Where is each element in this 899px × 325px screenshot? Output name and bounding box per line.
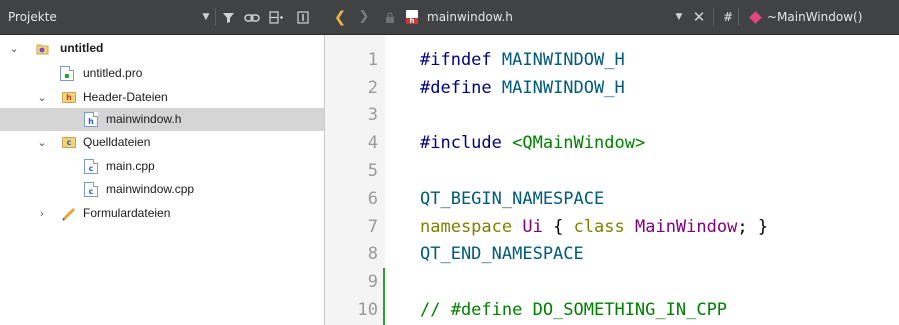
tree-item-label: main.cpp xyxy=(106,159,155,173)
code-editor[interactable]: 1 2 3 4 5 6 7 8 9 10 #ifndef MAINWINDOW_… xyxy=(325,35,899,325)
line-number: 9 xyxy=(367,272,378,292)
include-path: <QMainWindow> xyxy=(501,133,646,153)
tree-item-mainwindow-h[interactable]: h mainwindow.h xyxy=(0,108,324,131)
code-line-1: #ifndef MAINWINDOW_H xyxy=(420,50,625,70)
code-line-2: #define MAINWINDOW_H xyxy=(420,78,625,98)
punctuation: { xyxy=(553,217,574,237)
chevron-down-icon[interactable]: ⌄ xyxy=(36,86,48,109)
keyword: class xyxy=(573,217,625,237)
line-number: 10 xyxy=(357,300,378,320)
tree-item-label: Quelldateien xyxy=(83,135,151,149)
comment: // #define DO_SOMETHING_IN_CPP xyxy=(420,300,728,320)
projects-panel-header: Projekte ▼ xyxy=(0,0,325,34)
link-icon[interactable] xyxy=(243,0,261,34)
form-folder-icon xyxy=(62,206,76,221)
cpp-file-icon: c xyxy=(84,159,98,174)
code-line-4: #include <QMainWindow> xyxy=(420,133,645,153)
symbol-selector[interactable]: ~MainWindow() xyxy=(767,0,862,34)
forward-icon[interactable]: ❯ xyxy=(357,0,371,34)
pro-file-icon: ▪ xyxy=(60,66,74,81)
split-icon[interactable] xyxy=(267,0,285,34)
tree-item-untitled-pro[interactable]: ▪ untitled.pro xyxy=(0,62,324,85)
tree-item-quelldateien[interactable]: ⌄ c Quelldateien xyxy=(0,131,324,154)
line-number: 8 xyxy=(367,244,378,264)
line-number: 7 xyxy=(367,217,378,237)
code-line-7: namespace Ui { class MainWindow; } xyxy=(420,217,768,237)
preprocessor-keyword: #ifndef xyxy=(420,50,492,70)
code-line-10: // #define DO_SOMETHING_IN_CPP xyxy=(420,300,727,320)
preprocessor-keyword: #define xyxy=(420,78,492,98)
lock-icon[interactable] xyxy=(383,0,397,34)
divider xyxy=(713,8,714,26)
keyword: namespace xyxy=(420,217,513,237)
macro-name: MAINWINDOW_H xyxy=(491,50,625,70)
divider xyxy=(215,8,216,26)
tree-item-label: untitled.pro xyxy=(83,66,143,80)
line-number: 1 xyxy=(367,50,378,70)
hash-label[interactable]: # xyxy=(723,0,733,34)
tree-item-formulardateien[interactable]: › Formulardateien xyxy=(0,202,324,225)
file-dropdown-icon[interactable]: ▼ xyxy=(673,0,685,34)
preprocessor-keyword: #include xyxy=(420,133,502,153)
filter-icon[interactable] xyxy=(220,0,236,34)
tree-item-main-cpp[interactable]: c main.cpp xyxy=(0,155,324,178)
punctuation: ; } xyxy=(737,217,769,237)
tree-item-label: untitled xyxy=(60,41,104,55)
tree-item-label: mainwindow.h xyxy=(106,112,182,126)
project-icon xyxy=(35,41,49,56)
panel-title: Projekte xyxy=(8,10,57,24)
chevron-down-icon[interactable]: ⌄ xyxy=(8,37,20,60)
chevron-right-icon[interactable]: › xyxy=(36,202,48,225)
top-toolbar: Projekte ▼ ❮ ❯ h mainwindow.h ▼ ✕ # ~Mai xyxy=(0,0,899,35)
line-number: 4 xyxy=(367,133,378,153)
macro-name: MAINWINDOW_H xyxy=(491,78,625,98)
tree-item-label: Header-Dateien xyxy=(83,90,168,104)
tree-item-untitled[interactable]: ⌄ untitled xyxy=(0,37,324,60)
class-name: MainWindow xyxy=(624,217,738,237)
tree-item-label: Formulardateien xyxy=(83,206,171,220)
cpp-file-icon: c xyxy=(84,182,98,197)
macro-name: QT_END_NAMESPACE xyxy=(420,244,584,264)
tree-item-header-dateien[interactable]: ⌄ h Header-Dateien xyxy=(0,86,324,109)
close-panel-icon[interactable] xyxy=(294,0,312,34)
code-line-6: QT_BEGIN_NAMESPACE xyxy=(420,189,604,209)
header-file-icon: h xyxy=(84,112,98,127)
chevron-down-icon[interactable]: ⌄ xyxy=(36,131,48,154)
back-icon[interactable]: ❮ xyxy=(333,0,347,34)
project-tree: ⌄ untitled ▪ untitled.pro ⌄ h Header-Dat… xyxy=(0,35,325,325)
line-number-gutter: 1 2 3 4 5 6 7 8 9 10 xyxy=(325,35,385,325)
macro-name: QT_BEGIN_NAMESPACE xyxy=(420,189,605,209)
changed-lines-marker xyxy=(383,268,385,325)
current-file-name[interactable]: mainwindow.h xyxy=(427,0,513,34)
editor-toolbar: ❮ ❯ h mainwindow.h ▼ ✕ # ~MainWindow() xyxy=(325,0,899,34)
tree-item-label: mainwindow.cpp xyxy=(106,182,195,196)
line-number: 3 xyxy=(367,105,378,125)
panel-dropdown-icon[interactable]: ▼ xyxy=(200,0,212,34)
close-icon[interactable]: ✕ xyxy=(692,0,706,34)
header-folder-icon: h xyxy=(62,92,76,103)
symbol-icon xyxy=(749,11,762,24)
divider xyxy=(738,8,739,26)
header-file-icon: h xyxy=(406,10,418,25)
line-number: 6 xyxy=(367,189,378,209)
line-number: 5 xyxy=(367,161,378,181)
line-number: 2 xyxy=(367,78,378,98)
tree-item-mainwindow-cpp[interactable]: c mainwindow.cpp xyxy=(0,178,324,201)
source-folder-icon: c xyxy=(62,137,76,148)
code-line-8: QT_END_NAMESPACE xyxy=(420,244,584,264)
namespace-name: Ui xyxy=(512,217,554,237)
